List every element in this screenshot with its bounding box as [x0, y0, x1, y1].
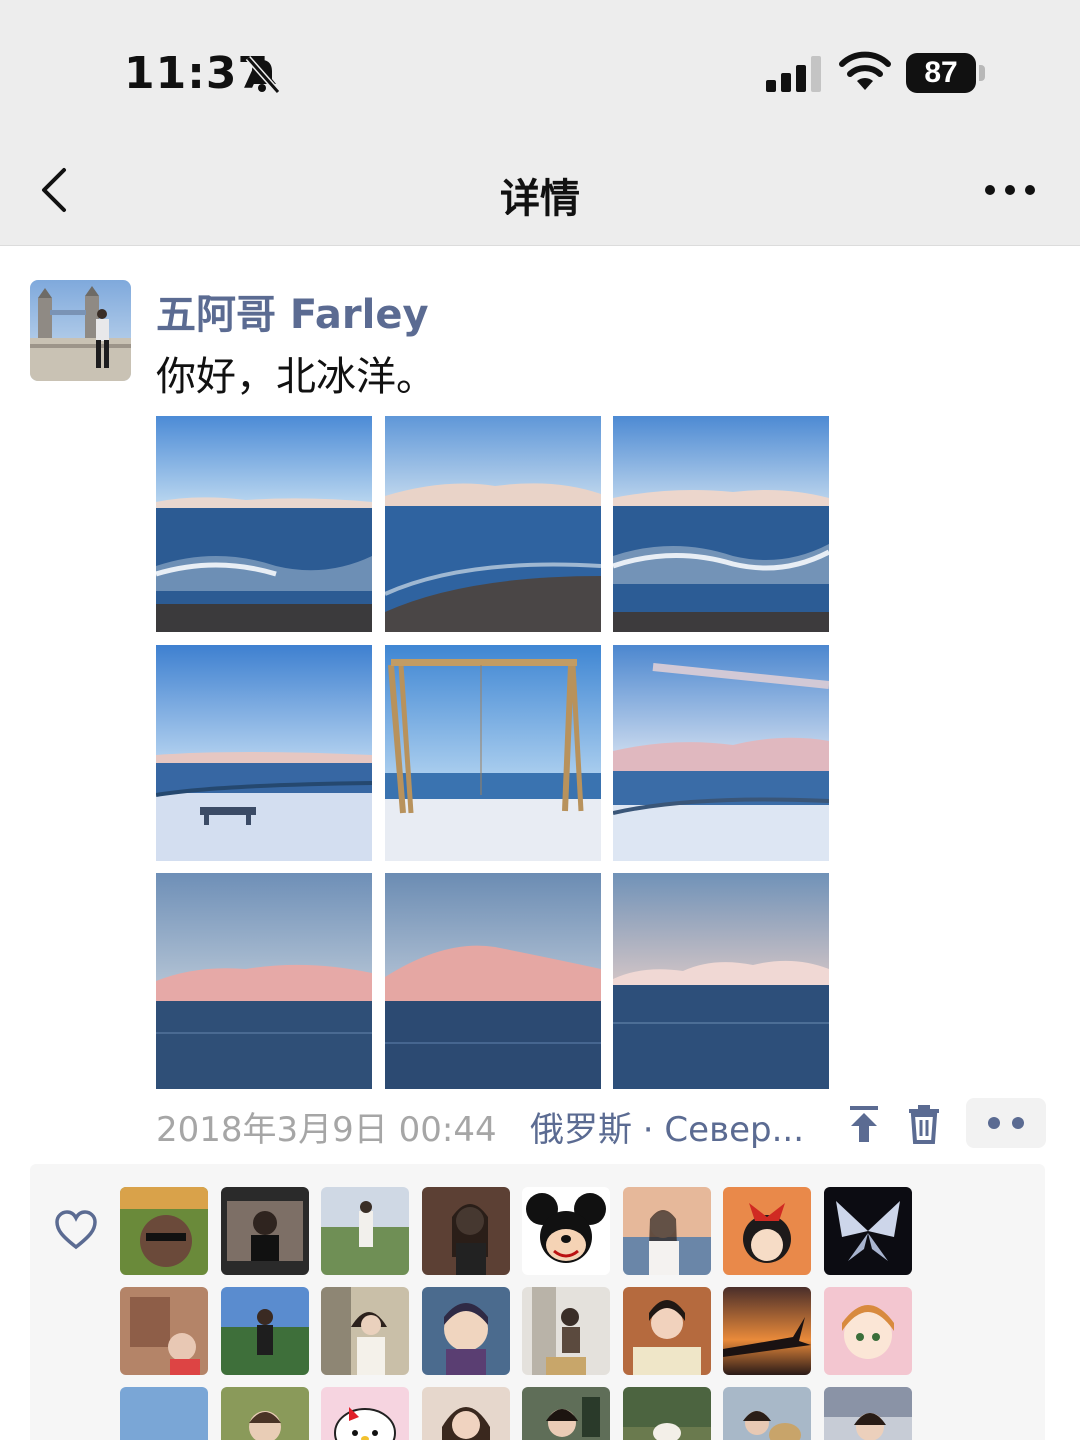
liker-avatar[interactable]	[422, 1287, 510, 1375]
liker-avatar[interactable]	[623, 1387, 711, 1440]
photo-8[interactable]	[385, 873, 601, 1089]
more-dots-icon[interactable]	[984, 178, 1036, 202]
liker-avatar[interactable]	[522, 1187, 610, 1275]
battery-level: 87	[924, 56, 958, 89]
liker-avatar[interactable]	[221, 1287, 309, 1375]
photo-3[interactable]	[613, 416, 829, 632]
liker-avatar[interactable]	[321, 1287, 409, 1375]
pin-top-icon[interactable]	[846, 1104, 882, 1144]
battery-icon: 87	[906, 53, 976, 93]
liker-avatar[interactable]	[723, 1387, 811, 1440]
liker-avatar[interactable]	[824, 1387, 912, 1440]
liker-avatar[interactable]	[723, 1287, 811, 1375]
photo-5[interactable]	[385, 645, 601, 861]
post-text: 你好，北冰洋。	[156, 354, 436, 400]
liker-avatar[interactable]	[522, 1387, 610, 1440]
photo-9[interactable]	[613, 873, 829, 1089]
trash-icon[interactable]	[906, 1104, 942, 1144]
author-avatar[interactable]	[30, 280, 131, 381]
liker-avatar[interactable]	[522, 1287, 610, 1375]
liker-avatar[interactable]	[422, 1387, 510, 1440]
comment-button[interactable]	[966, 1098, 1046, 1148]
liker-avatar[interactable]	[321, 1387, 409, 1440]
photo-4[interactable]	[156, 645, 372, 861]
post-location[interactable]: 俄罗斯 · Север...	[530, 1102, 804, 1151]
liker-avatar[interactable]	[120, 1287, 208, 1375]
battery-tip	[979, 65, 985, 81]
comment-dots-icon	[988, 1117, 1024, 1129]
signal-icon	[766, 56, 821, 92]
post-timestamp: 2018年3月9日 00:44	[156, 1110, 497, 1150]
wifi-icon	[839, 51, 891, 90]
photo-1[interactable]	[156, 416, 372, 632]
photo-6[interactable]	[613, 645, 829, 861]
bell-muted-icon	[245, 56, 281, 94]
author-name[interactable]: 五阿哥 Farley	[156, 282, 429, 340]
photo-7[interactable]	[156, 873, 372, 1089]
photo-grid	[156, 416, 829, 1089]
liker-avatar[interactable]	[723, 1187, 811, 1275]
liker-avatar[interactable]	[120, 1387, 208, 1440]
liker-avatar[interactable]	[221, 1387, 309, 1440]
liker-avatar[interactable]	[120, 1187, 208, 1275]
liker-avatar[interactable]	[422, 1187, 510, 1275]
liker-avatar[interactable]	[623, 1287, 711, 1375]
liker-avatar[interactable]	[623, 1187, 711, 1275]
liker-avatar[interactable]	[824, 1287, 912, 1375]
heart-icon	[55, 1210, 97, 1250]
liker-avatar[interactable]	[221, 1187, 309, 1275]
page-title: 详情	[500, 176, 580, 222]
liker-avatar[interactable]	[321, 1187, 409, 1275]
liker-avatar[interactable]	[824, 1187, 912, 1275]
photo-2[interactable]	[385, 416, 601, 632]
